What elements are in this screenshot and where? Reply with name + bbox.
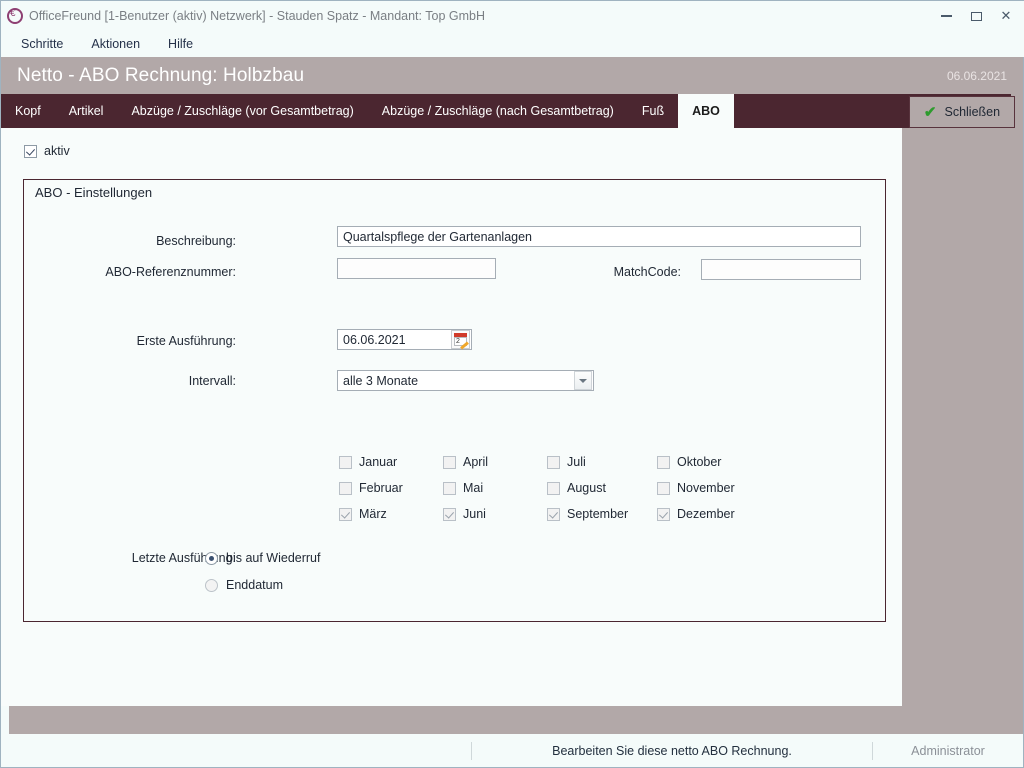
month-label-februar: Februar	[359, 481, 403, 495]
maximize-button[interactable]	[961, 3, 991, 29]
month-checkbox-dezember[interactable]: Dezember	[657, 507, 767, 521]
menu-item-aktionen[interactable]: Aktionen	[85, 34, 152, 54]
radio-bis-auf-wiederruf-button[interactable]	[205, 551, 218, 565]
month-label-september: September	[567, 507, 629, 521]
month-checkbox-april[interactable]: April	[443, 455, 547, 469]
month-checkbox-oktober-box[interactable]	[657, 455, 670, 469]
month-checkbox-juni-box[interactable]	[443, 507, 456, 521]
month-label-april: April	[463, 455, 489, 469]
close-form-button-label: Schließen	[944, 105, 1001, 119]
window-controls: ✕	[931, 1, 1021, 31]
menu-bar: Schritte Aktionen Hilfe	[1, 31, 1024, 57]
month-checkbox-november[interactable]: November	[657, 481, 767, 495]
matchcode-input[interactable]	[701, 259, 861, 280]
aktiv-checkbox-label: aktiv	[44, 144, 70, 158]
close-button[interactable]: ✕	[991, 3, 1021, 29]
month-label-mai: Mai	[463, 481, 484, 495]
month-checkbox-dezember-box[interactable]	[657, 507, 670, 521]
header-date: 06.06.2021	[946, 68, 1007, 83]
month-checkbox-mai-box[interactable]	[443, 481, 456, 495]
tab-bar: Kopf Artikel Abzüge / Zuschläge (vor Ges…	[1, 94, 1023, 128]
month-label-juli: Juli	[567, 455, 586, 469]
month-checkbox-grid: Januar April Juli Oktober Februar Mai Au…	[339, 449, 767, 527]
status-bar: Bearbeiten Sie diese netto ABO Rechnung.…	[1, 734, 1023, 767]
close-icon: ✕	[1000, 8, 1012, 23]
calendar-icon[interactable]: 2	[451, 330, 470, 350]
month-checkbox-oktober[interactable]: Oktober	[657, 455, 767, 469]
app-logo-icon	[7, 7, 23, 24]
month-label-dezember: Dezember	[677, 507, 735, 521]
intervall-selected-value: alle 3 Monate	[343, 373, 419, 388]
erste-ausfuehrung-date-input[interactable]: 06.06.2021 2	[337, 329, 472, 350]
status-message: Bearbeiten Sie diese netto ABO Rechnung.	[552, 743, 792, 758]
month-label-oktober: Oktober	[677, 455, 722, 469]
aktiv-checkbox[interactable]	[24, 144, 37, 158]
month-checkbox-mai[interactable]: Mai	[443, 481, 547, 495]
month-checkbox-september[interactable]: September	[547, 507, 657, 521]
tab-abo[interactable]: ABO	[678, 94, 734, 128]
menu-item-hilfe[interactable]: Hilfe	[162, 34, 205, 54]
radio-bis-auf-wiederruf[interactable]: bis auf Wiederruf	[205, 551, 320, 565]
document-header: Netto - ABO Rechnung: Holbzbau 06.06.202…	[1, 57, 1023, 94]
month-checkbox-maerz-box[interactable]	[339, 507, 352, 521]
month-label-maerz: März	[359, 507, 387, 521]
erste-ausfuehrung-date-value: 06.06.2021	[343, 332, 406, 347]
tab-abzuege-nach-gesamtbetrag[interactable]: Abzüge / Zuschläge (nach Gesamtbetrag)	[368, 94, 628, 128]
title-bar: OfficeFreund [1-Benutzer (aktiv) Netzwer…	[1, 1, 1024, 31]
radio-enddatum-button[interactable]	[205, 578, 218, 592]
bottom-panel	[9, 706, 1023, 734]
minimize-button[interactable]	[931, 3, 961, 29]
chevron-down-icon[interactable]	[574, 371, 592, 390]
right-side-panel	[902, 128, 1023, 706]
intervall-label: Intervall:	[188, 374, 236, 388]
month-checkbox-august[interactable]: August	[547, 481, 657, 495]
erste-ausfuehrung-label: Erste Ausführung:	[136, 334, 236, 348]
month-checkbox-maerz[interactable]: März	[339, 507, 443, 521]
checkmark-icon: ✔	[923, 103, 937, 121]
month-checkbox-juli-box[interactable]	[547, 455, 560, 469]
menu-item-schritte[interactable]: Schritte	[15, 34, 75, 54]
close-form-button[interactable]: ✔ Schließen	[909, 96, 1015, 128]
tab-fuss[interactable]: Fuß	[628, 94, 678, 128]
month-checkbox-januar-box[interactable]	[339, 455, 352, 469]
beschreibung-input[interactable]: Quartalspflege der Gartenanlagen	[337, 226, 861, 247]
intervall-select[interactable]: alle 3 Monate	[337, 370, 594, 391]
minimize-icon	[940, 15, 952, 17]
month-checkbox-februar-box[interactable]	[339, 481, 352, 495]
month-label-juni: Juni	[463, 507, 486, 521]
month-checkbox-februar[interactable]: Februar	[339, 481, 443, 495]
tab-artikel[interactable]: Artikel	[55, 94, 118, 128]
status-user: Administrator	[911, 743, 985, 758]
radio-enddatum-label: Enddatum	[226, 578, 283, 592]
tab-kopf[interactable]: Kopf	[1, 94, 55, 128]
window-title: OfficeFreund [1-Benutzer (aktiv) Netzwer…	[29, 9, 485, 23]
month-checkbox-april-box[interactable]	[443, 455, 456, 469]
month-label-august: August	[567, 481, 606, 495]
tab-abzuege-vor-gesamtbetrag[interactable]: Abzüge / Zuschläge (vor Gesamtbetrag)	[117, 94, 367, 128]
month-checkbox-juni[interactable]: Juni	[443, 507, 547, 521]
month-checkbox-august-box[interactable]	[547, 481, 560, 495]
month-checkbox-november-box[interactable]	[657, 481, 670, 495]
page-title: Netto - ABO Rechnung: Holbzbau	[17, 64, 305, 86]
month-label-januar: Januar	[359, 455, 398, 469]
maximize-icon	[970, 11, 982, 21]
radio-enddatum[interactable]: Enddatum	[205, 578, 283, 592]
aktiv-checkbox-row[interactable]: aktiv	[24, 144, 70, 158]
abo-referenznummer-label: ABO-Referenznummer:	[105, 265, 236, 279]
month-label-november: November	[677, 481, 735, 495]
month-checkbox-juli[interactable]: Juli	[547, 455, 657, 469]
matchcode-label: MatchCode:	[613, 265, 681, 279]
radio-bis-auf-wiederruf-label: bis auf Wiederruf	[226, 551, 321, 565]
application-window: OfficeFreund [1-Benutzer (aktiv) Netzwer…	[0, 0, 1024, 768]
beschreibung-label: Beschreibung:	[156, 234, 236, 248]
month-checkbox-september-box[interactable]	[547, 507, 560, 521]
abo-settings-groupbox-title: ABO - Einstellungen	[31, 185, 157, 200]
abo-referenznummer-input[interactable]	[337, 258, 496, 279]
month-checkbox-januar[interactable]: Januar	[339, 455, 443, 469]
